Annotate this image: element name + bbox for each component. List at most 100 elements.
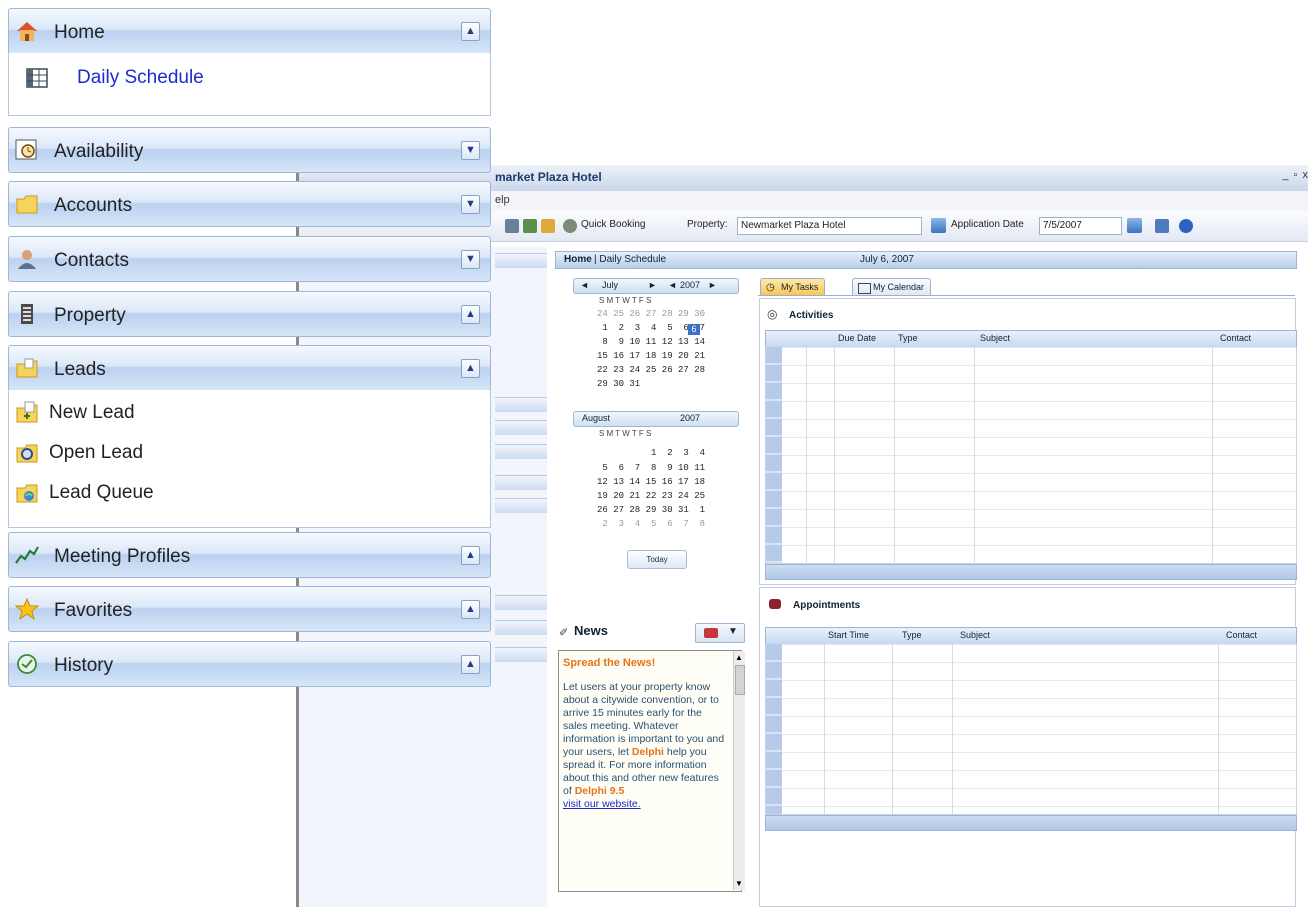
row-selectors[interactable] xyxy=(766,644,782,814)
expand-button[interactable]: ▼ xyxy=(461,141,480,160)
window-icon[interactable] xyxy=(1155,219,1169,233)
calendar-week[interactable]: 15 16 17 18 19 20 21 xyxy=(597,351,705,361)
today-button[interactable]: Today xyxy=(627,550,687,569)
expand-button[interactable]: ▼ xyxy=(461,195,480,214)
column-header[interactable]: Due Date xyxy=(838,333,876,343)
activities-icon: ◎ xyxy=(767,307,778,321)
column-header[interactable]: Type xyxy=(898,333,918,343)
news-website-link[interactable]: visit our website. xyxy=(563,798,641,810)
property-lookup-icon[interactable] xyxy=(931,218,946,233)
strip-bar[interactable] xyxy=(495,253,547,268)
lead-queue-icon xyxy=(16,484,38,503)
schedule-grid-icon xyxy=(26,68,48,88)
calendar-week[interactable]: 22 23 24 25 26 27 28 xyxy=(597,365,705,375)
nav-label: Home xyxy=(54,22,105,43)
calendar-week[interactable]: 1 2 3 4 xyxy=(597,448,705,458)
column-header[interactable]: Contact xyxy=(1220,333,1251,343)
nav-header-availability[interactable]: Availability ▼ xyxy=(8,127,491,173)
strip-bar[interactable] xyxy=(495,444,547,459)
collapse-button[interactable]: ▲ xyxy=(461,546,480,565)
grid-column xyxy=(1212,347,1213,563)
nav-header-accounts[interactable]: Accounts ▼ xyxy=(8,181,491,227)
calendar-week[interactable]: 12 13 14 15 16 17 18 xyxy=(597,477,705,487)
help-icon[interactable] xyxy=(1179,219,1193,233)
tab-my-calendar[interactable]: My Calendar xyxy=(852,278,932,296)
news-megaphone-icon xyxy=(704,628,718,638)
strip-bar[interactable] xyxy=(495,647,547,662)
calendar-week[interactable]: 2 3 4 5 6 7 8 xyxy=(597,519,705,529)
grid-column xyxy=(974,347,975,563)
calendar-month[interactable]: August xyxy=(582,413,610,423)
window-controls[interactable]: _ ▫ x xyxy=(1282,169,1308,181)
strip-bar[interactable] xyxy=(495,498,547,513)
news-scrollbar[interactable]: ▲ ▼ xyxy=(733,651,745,890)
breadcrumb-home[interactable]: Home xyxy=(564,254,592,265)
calendar-week[interactable]: 5 6 7 8 9 10 11 xyxy=(597,463,705,473)
collapse-button[interactable]: ▲ xyxy=(461,22,480,41)
prev-month-icon[interactable]: ◄ xyxy=(580,280,589,290)
grid-icon[interactable] xyxy=(523,219,537,233)
appointments-title: Appointments xyxy=(793,600,861,611)
column-header[interactable]: Subject xyxy=(980,333,1010,343)
menu-help[interactable]: elp xyxy=(495,194,510,206)
scroll-down-icon[interactable]: ▼ xyxy=(735,879,743,888)
calendar-week[interactable]: 24 25 26 27 28 29 30 xyxy=(597,309,705,319)
calendar-month[interactable]: July xyxy=(602,280,618,290)
grid-column xyxy=(952,644,953,814)
expand-button[interactable]: ▼ xyxy=(461,250,480,269)
nav-item-daily-schedule[interactable]: Daily Schedule xyxy=(77,67,204,89)
app-date-field[interactable]: 7/5/2007 xyxy=(1039,217,1122,235)
calendar-year[interactable]: 2007 xyxy=(680,280,700,290)
nav-item-new-lead[interactable]: New Lead xyxy=(49,402,135,424)
prev-year-icon[interactable]: ◄ xyxy=(668,280,677,290)
strip-bar[interactable] xyxy=(495,420,547,435)
strip-bar[interactable] xyxy=(495,475,547,490)
tab-my-tasks[interactable]: ◷ My Tasks xyxy=(760,278,826,296)
column-header[interactable]: Contact xyxy=(1226,630,1257,640)
column-header[interactable]: Start Time xyxy=(828,630,869,640)
activities-title: Activities xyxy=(789,310,834,321)
nav-header-leads[interactable]: Leads ▲ xyxy=(8,345,491,391)
calendar-week[interactable]: 8 9 10 11 12 13 14 xyxy=(597,337,705,347)
nav-header-contacts[interactable]: Contacts ▼ xyxy=(8,236,491,282)
collapse-button[interactable]: ▲ xyxy=(461,305,480,324)
collapse-button[interactable]: ▲ xyxy=(461,655,480,674)
scroll-thumb[interactable] xyxy=(735,665,745,695)
nav-header-favorites[interactable]: Favorites ▲ xyxy=(8,586,491,632)
strip-bar[interactable] xyxy=(495,397,547,412)
next-month-icon[interactable]: ► xyxy=(648,280,657,290)
folder-up-icon[interactable] xyxy=(541,219,555,233)
calendar-year[interactable]: 2007 xyxy=(680,413,700,423)
nav-header-property[interactable]: Property ▲ xyxy=(8,291,491,337)
activities-grid[interactable] xyxy=(765,347,1297,564)
calendar-week[interactable]: 29 30 31 xyxy=(597,379,640,389)
row-selectors[interactable] xyxy=(766,347,782,563)
availability-clock-icon xyxy=(15,139,37,160)
calendar-picker-icon[interactable] xyxy=(1127,218,1142,233)
strip-bar[interactable] xyxy=(495,595,547,610)
property-field[interactable]: Newmarket Plaza Hotel xyxy=(737,217,922,235)
strip-bar[interactable] xyxy=(495,620,547,635)
nav-item-lead-queue[interactable]: Lead Queue xyxy=(49,482,154,504)
nav-header-home[interactable]: Home ▲ xyxy=(8,8,491,54)
nav-header-history[interactable]: History ▲ xyxy=(8,641,491,687)
news-menu-button[interactable]: ▼ xyxy=(695,623,745,643)
print-icon[interactable] xyxy=(505,219,519,233)
collapse-button[interactable]: ▲ xyxy=(461,600,480,619)
quick-booking-button[interactable]: Quick Booking xyxy=(581,219,645,230)
calendar-week[interactable]: 26 27 28 29 30 31 1 xyxy=(597,505,705,515)
column-header[interactable]: Subject xyxy=(960,630,990,640)
calendar-week[interactable]: 19 20 21 22 23 24 25 xyxy=(597,491,705,501)
appointments-grid[interactable] xyxy=(765,644,1297,815)
tab-label: My Tasks xyxy=(781,282,819,292)
nav-item-open-lead[interactable]: Open Lead xyxy=(49,442,143,464)
scroll-up-icon[interactable]: ▲ xyxy=(735,653,743,662)
calendar-weekdays: S M T W T F S xyxy=(599,429,652,438)
next-year-icon[interactable]: ► xyxy=(708,280,717,290)
nav-header-meeting-profiles[interactable]: Meeting Profiles ▲ xyxy=(8,532,491,578)
quick-booking-icon[interactable] xyxy=(563,219,577,233)
leads-items: New Lead Open Lead Lead Queue xyxy=(8,390,491,528)
column-header[interactable]: Type xyxy=(902,630,922,640)
collapse-button[interactable]: ▲ xyxy=(461,359,480,378)
calendar-selected-day[interactable]: 6 xyxy=(688,324,700,335)
